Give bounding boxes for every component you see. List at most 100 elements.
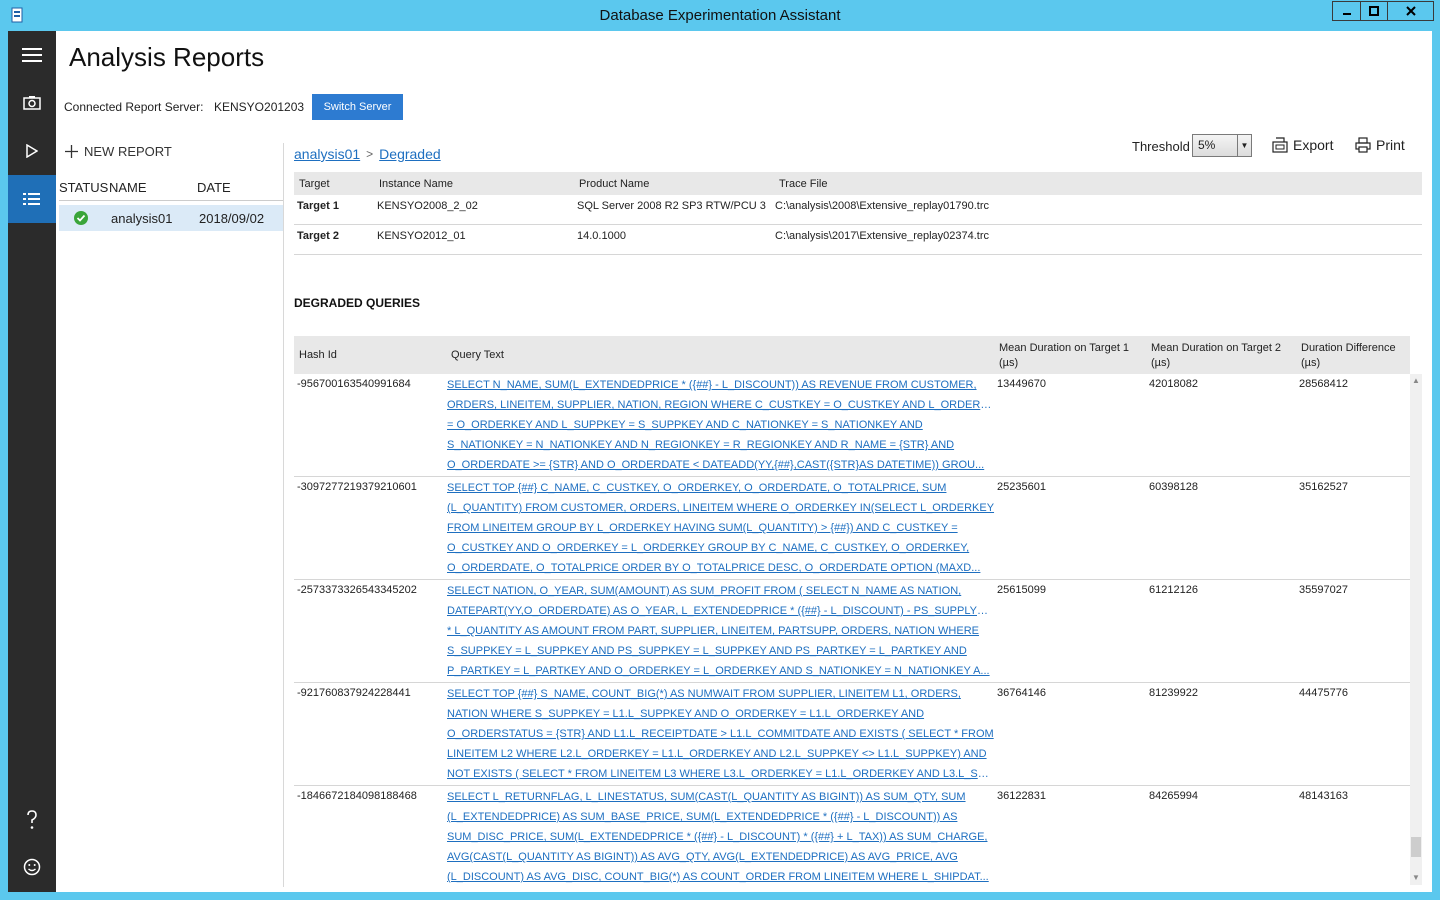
column-date[interactable]: DATE [197,180,231,195]
degraded-queries-rows: -956700163540991684 SELECT N_NAME, SUM(L… [294,374,1410,886]
table-row[interactable]: -1846672184098188468 SELECT L_RETURNFLAG… [294,786,1410,886]
minimize-button[interactable] [1332,1,1360,21]
column-hash-id[interactable]: Hash Id [299,348,337,363]
query-line: (L_EXTENDEDPRICE) AS SUM_BASE_PRICE, SUM… [447,811,958,823]
check-icon [74,211,88,225]
query-text-link[interactable]: SELECT N_NAME, SUM(L_EXTENDEDPRICE * ({#… [447,375,995,475]
analysis-nav-button[interactable] [8,175,56,223]
column-mean-target2[interactable]: Mean Duration on Target 2 (µs) [1151,341,1281,371]
hash-id: -956700163540991684 [297,378,411,390]
targets-header: Target Instance Name Product Name Trace … [294,172,1422,195]
maximize-button[interactable] [1360,1,1387,21]
query-text-link[interactable]: SELECT TOP {##} C_NAME, C_CUSTKEY, O_ORD… [447,478,995,578]
column-query-text[interactable]: Query Text [451,348,504,363]
vertical-scrollbar[interactable]: ▲ ▼ [1410,374,1422,885]
print-button[interactable]: Print [1355,137,1405,153]
title-bar[interactable]: Database Experimentation Assistant [0,0,1440,31]
column-mean-target2-line2: (µs) [1151,357,1171,369]
query-line: = O_ORDERKEY AND L_SUPPKEY = S_SUPPKEY A… [447,419,923,431]
column-mean-target1[interactable]: Mean Duration on Target 1 (µs) [999,341,1129,371]
export-button[interactable]: Export [1272,137,1333,153]
column-duration-difference[interactable]: Duration Difference (µs) [1301,341,1396,371]
mean-duration-target1: 13449670 [997,378,1046,390]
threshold-dropdown[interactable]: 5% ▼ [1192,134,1252,157]
plus-icon [65,145,78,158]
column-status[interactable]: STATUS [59,180,108,195]
query-line: O_CUSTKEY AND O_ORDERKEY = L_ORDERKEY GR… [447,542,970,554]
page-title: Analysis Reports [69,42,265,72]
mean-duration-target1: 25615099 [997,584,1046,596]
chevron-down-icon: ▼ [1237,135,1251,156]
mean-duration-target2: 60398128 [1149,481,1198,493]
hash-id: -921760837924228441 [297,687,411,699]
feedback-icon [23,858,41,876]
column-trace-file: Trace File [779,178,828,190]
scroll-up-icon[interactable]: ▲ [1410,376,1422,386]
query-line: NOT EXISTS ( SELECT * FROM LINEITEM L3 W… [447,768,995,780]
hash-id: -2573373326543345202 [297,584,417,596]
column-mean-target2-line1: Mean Duration on Target 2 [1151,342,1282,354]
table-row: Target 1 KENSYO2008_2_02 SQL Server 2008… [294,195,1422,225]
export-label: Export [1293,137,1334,153]
export-icon [1272,137,1288,153]
menu-button[interactable] [8,31,56,79]
switch-server-button[interactable]: Switch Server [312,94,403,120]
column-mean-target1-line1: Mean Duration on Target 1 [999,342,1130,354]
print-label: Print [1376,137,1405,153]
mean-duration-target1: 25235601 [997,481,1046,493]
app-window: Database Experimentation Assistant Analy… [0,0,1440,900]
degraded-queries-header: Hash Id Query Text Mean Duration on Targ… [294,336,1410,374]
report-list-item[interactable]: analysis01 2018/09/02 [59,205,283,231]
query-line: NATION WHERE S_SUPPKEY = L1.L_SUPPKEY AN… [447,708,925,720]
analysis-icon [23,193,40,205]
product-name: SQL Server 2008 R2 SP3 RTW/PCU 3 [577,200,766,212]
column-target: Target [299,178,330,190]
play-icon [26,144,38,158]
table-row[interactable]: -921760837924228441 SELECT TOP {##} S_NA… [294,683,1410,786]
close-icon [1405,6,1416,16]
query-text-link[interactable]: SELECT L_RETURNFLAG, L_LINESTATUS, SUM(C… [447,787,995,886]
table-row[interactable]: -2573373326543345202 SELECT NATION, O_YE… [294,580,1410,683]
help-button[interactable] [8,796,56,844]
query-line: SELECT L_RETURNFLAG, L_LINESTATUS, SUM(C… [447,791,966,803]
section-title: DEGRADED QUERIES [294,296,421,310]
query-line: SELECT NATION, O_YEAR, SUM(AMOUNT) AS SU… [447,585,962,597]
target-label: Target 2 [297,230,339,242]
server-label: Connected Report Server: [64,100,204,114]
server-name: KENSYO201203 [214,100,305,114]
breadcrumb-current[interactable]: Degraded [379,146,441,162]
query-line: (L_QUANTITY) FROM CUSTOMER, ORDERS, LINE… [447,502,995,514]
breadcrumb: analysis01 > Degraded [294,146,441,162]
scroll-down-icon[interactable]: ▼ [1410,873,1422,883]
replay-nav-button[interactable] [8,127,56,175]
query-text-link[interactable]: SELECT NATION, O_YEAR, SUM(AMOUNT) AS SU… [447,581,995,681]
breadcrumb-root[interactable]: analysis01 [294,146,360,162]
new-report-button[interactable]: NEW REPORT [65,144,172,159]
table-row: Target 2 KENSYO2012_01 14.0.1000 C:\anal… [294,225,1422,255]
column-name[interactable]: NAME [109,180,147,195]
trace-file: C:\analysis\2008\Extensive_replay01790.t… [775,200,990,212]
feedback-button[interactable] [8,843,56,891]
table-row[interactable]: -3097277219379210601 SELECT TOP {##} C_N… [294,477,1410,580]
query-line: O_ORDERDATE >= {STR} AND O_ORDERDATE < D… [447,459,985,471]
maximize-icon [1369,6,1379,16]
table-row[interactable]: -956700163540991684 SELECT N_NAME, SUM(L… [294,374,1410,477]
query-line: LINEITEM L2 WHERE L2.L_ORDERKEY = L1.L_O… [447,748,987,760]
camera-icon [23,96,41,110]
degraded-queries-body[interactable]: -956700163540991684 SELECT N_NAME, SUM(L… [294,374,1410,886]
close-button[interactable] [1387,1,1434,21]
scroll-thumb[interactable] [1411,837,1421,857]
capture-nav-button[interactable] [8,79,56,127]
column-product-name: Product Name [579,178,650,190]
instance-name: KENSYO2008_2_02 [377,200,478,212]
report-list-header: STATUS NAME DATE [59,177,283,201]
query-text-link[interactable]: SELECT TOP {##} S_NAME, COUNT_BIG(*) AS … [447,684,995,784]
query-line: O_ORDERDATE, O_TOTALPRICE ORDER BY O_TOT… [447,562,981,574]
query-line: SELECT TOP {##} C_NAME, C_CUSTKEY, O_ORD… [447,482,947,494]
window-controls [1332,1,1434,21]
query-line: DATEPART(YY,O_ORDERDATE) AS O_YEAR, L_EX… [447,605,995,617]
nav-rail [8,31,56,892]
minimize-icon [1342,13,1351,15]
window-title: Database Experimentation Assistant [599,7,841,24]
mean-duration-target2: 81239922 [1149,687,1198,699]
